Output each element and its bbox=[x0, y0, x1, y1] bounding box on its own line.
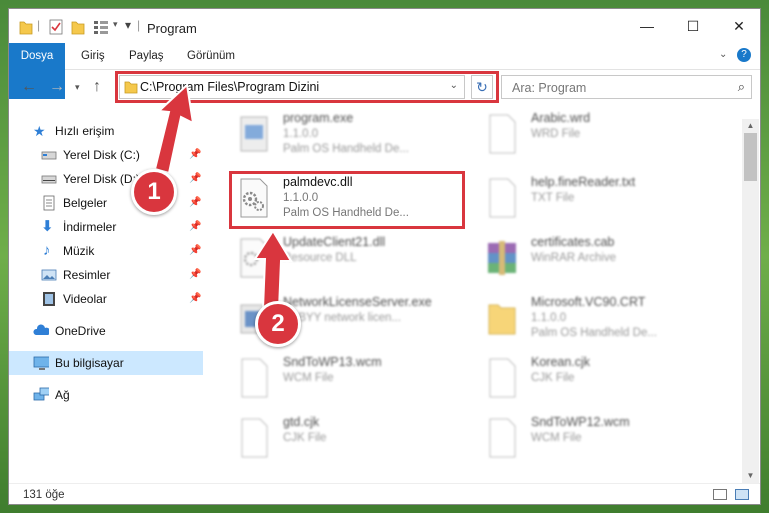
step-badge-1: 1 bbox=[131, 169, 177, 215]
step-badge-2: 2 bbox=[255, 301, 301, 347]
annotation-arrows bbox=[153, 82, 293, 310]
explorer-window: | ▾ ▾ | Program — ☐ ✕ Dosya Giriş Paylaş… bbox=[8, 8, 761, 505]
arrow-2-shape bbox=[253, 229, 293, 310]
arrow-1-shape bbox=[153, 82, 195, 175]
